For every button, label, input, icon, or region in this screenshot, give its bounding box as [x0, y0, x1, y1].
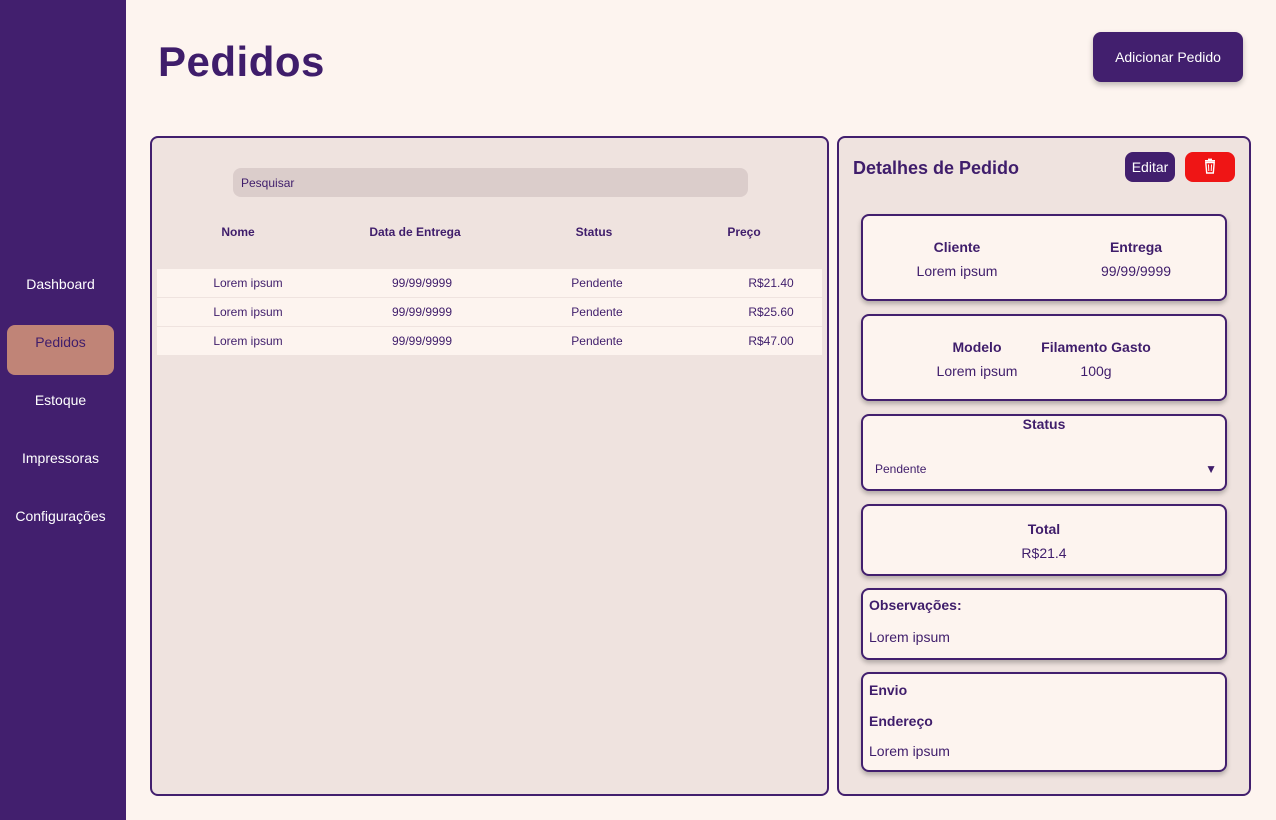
- sidebar: Dashboard Pedidos Estoque Impressoras Co…: [0, 0, 126, 820]
- detail-title: Detalhes de Pedido: [853, 158, 1020, 178]
- delivery-value: 99/99/9999: [1100, 263, 1172, 279]
- status-card: Status Pendente ▼: [861, 414, 1227, 491]
- delete-button[interactable]: [1185, 152, 1235, 182]
- sidebar-item-pedidos[interactable]: Pedidos: [7, 325, 114, 375]
- table-row[interactable]: Lorem ipsum 99/99/9999 Pendente R$25.60: [157, 298, 822, 326]
- sidebar-item-dashboard[interactable]: Dashboard: [7, 267, 114, 317]
- address-value: Lorem ipsum: [869, 743, 950, 759]
- search-input[interactable]: [233, 168, 748, 197]
- trash-icon: [1202, 158, 1218, 177]
- edit-button[interactable]: Editar: [1125, 152, 1175, 182]
- order-detail-panel: Detalhes de Pedido Editar Cliente Lorem …: [837, 136, 1251, 796]
- column-header-preco[interactable]: Preço: [727, 225, 760, 239]
- status-label: Status: [1022, 416, 1066, 432]
- cell-status: Pendente: [571, 276, 623, 290]
- model-value: Lorem ipsum: [936, 363, 1018, 379]
- notes-value: Lorem ipsum: [869, 629, 950, 645]
- status-select[interactable]: Pendente ▼: [875, 462, 1217, 482]
- add-order-button[interactable]: Adicionar Pedido: [1093, 32, 1243, 82]
- cell-status: Pendente: [571, 334, 623, 348]
- cell-data-entrega: 99/99/9999: [391, 276, 453, 290]
- client-delivery-card: Cliente Lorem ipsum Entrega 99/99/9999: [861, 214, 1227, 301]
- cell-nome: Lorem ipsum: [213, 305, 283, 319]
- model-label: Modelo: [952, 339, 1002, 355]
- cell-nome: Lorem ipsum: [213, 334, 283, 348]
- cell-preco: R$25.60: [748, 305, 794, 319]
- cell-data-entrega: 99/99/9999: [391, 305, 453, 319]
- shipping-label: Envio: [869, 682, 908, 698]
- table-row[interactable]: Lorem ipsum 99/99/9999 Pendente R$21.40: [157, 269, 822, 297]
- address-label: Endereço: [869, 713, 933, 729]
- total-value: R$21.4: [1021, 545, 1067, 561]
- chevron-down-icon: ▼: [1205, 462, 1217, 476]
- notes-label: Observações:: [869, 597, 962, 613]
- cell-nome: Lorem ipsum: [213, 276, 283, 290]
- orders-list-panel: Nome Data de Entrega Status Preço Lorem …: [150, 136, 829, 796]
- filament-value: 100g: [1080, 363, 1112, 379]
- cell-preco: R$47.00: [748, 334, 794, 348]
- model-filament-card: Modelo Lorem ipsum Filamento Gasto 100g: [861, 314, 1227, 401]
- column-header-nome[interactable]: Nome: [221, 225, 254, 239]
- table-row[interactable]: Lorem ipsum 99/99/9999 Pendente R$47.00: [157, 327, 822, 355]
- cell-data-entrega: 99/99/9999: [391, 334, 453, 348]
- shipping-card: Envio Endereço Lorem ipsum: [861, 672, 1227, 772]
- client-value: Lorem ipsum: [916, 263, 998, 279]
- cell-preco: R$21.40: [748, 276, 794, 290]
- filament-label: Filamento Gasto: [1041, 339, 1151, 355]
- total-label: Total: [1027, 521, 1061, 537]
- notes-card: Observações: Lorem ipsum: [861, 588, 1227, 660]
- total-card: Total R$21.4: [861, 504, 1227, 576]
- column-header-data-entrega[interactable]: Data de Entrega: [369, 225, 460, 239]
- sidebar-item-configuracoes[interactable]: Configurações: [7, 499, 114, 549]
- column-header-status[interactable]: Status: [576, 225, 613, 239]
- sidebar-item-estoque[interactable]: Estoque: [7, 383, 114, 433]
- client-label: Cliente: [933, 239, 981, 255]
- status-select-value: Pendente: [875, 462, 927, 476]
- delivery-label: Entrega: [1109, 239, 1163, 255]
- page-title: Pedidos: [158, 38, 325, 85]
- sidebar-item-impressoras[interactable]: Impressoras: [7, 441, 114, 491]
- cell-status: Pendente: [571, 305, 623, 319]
